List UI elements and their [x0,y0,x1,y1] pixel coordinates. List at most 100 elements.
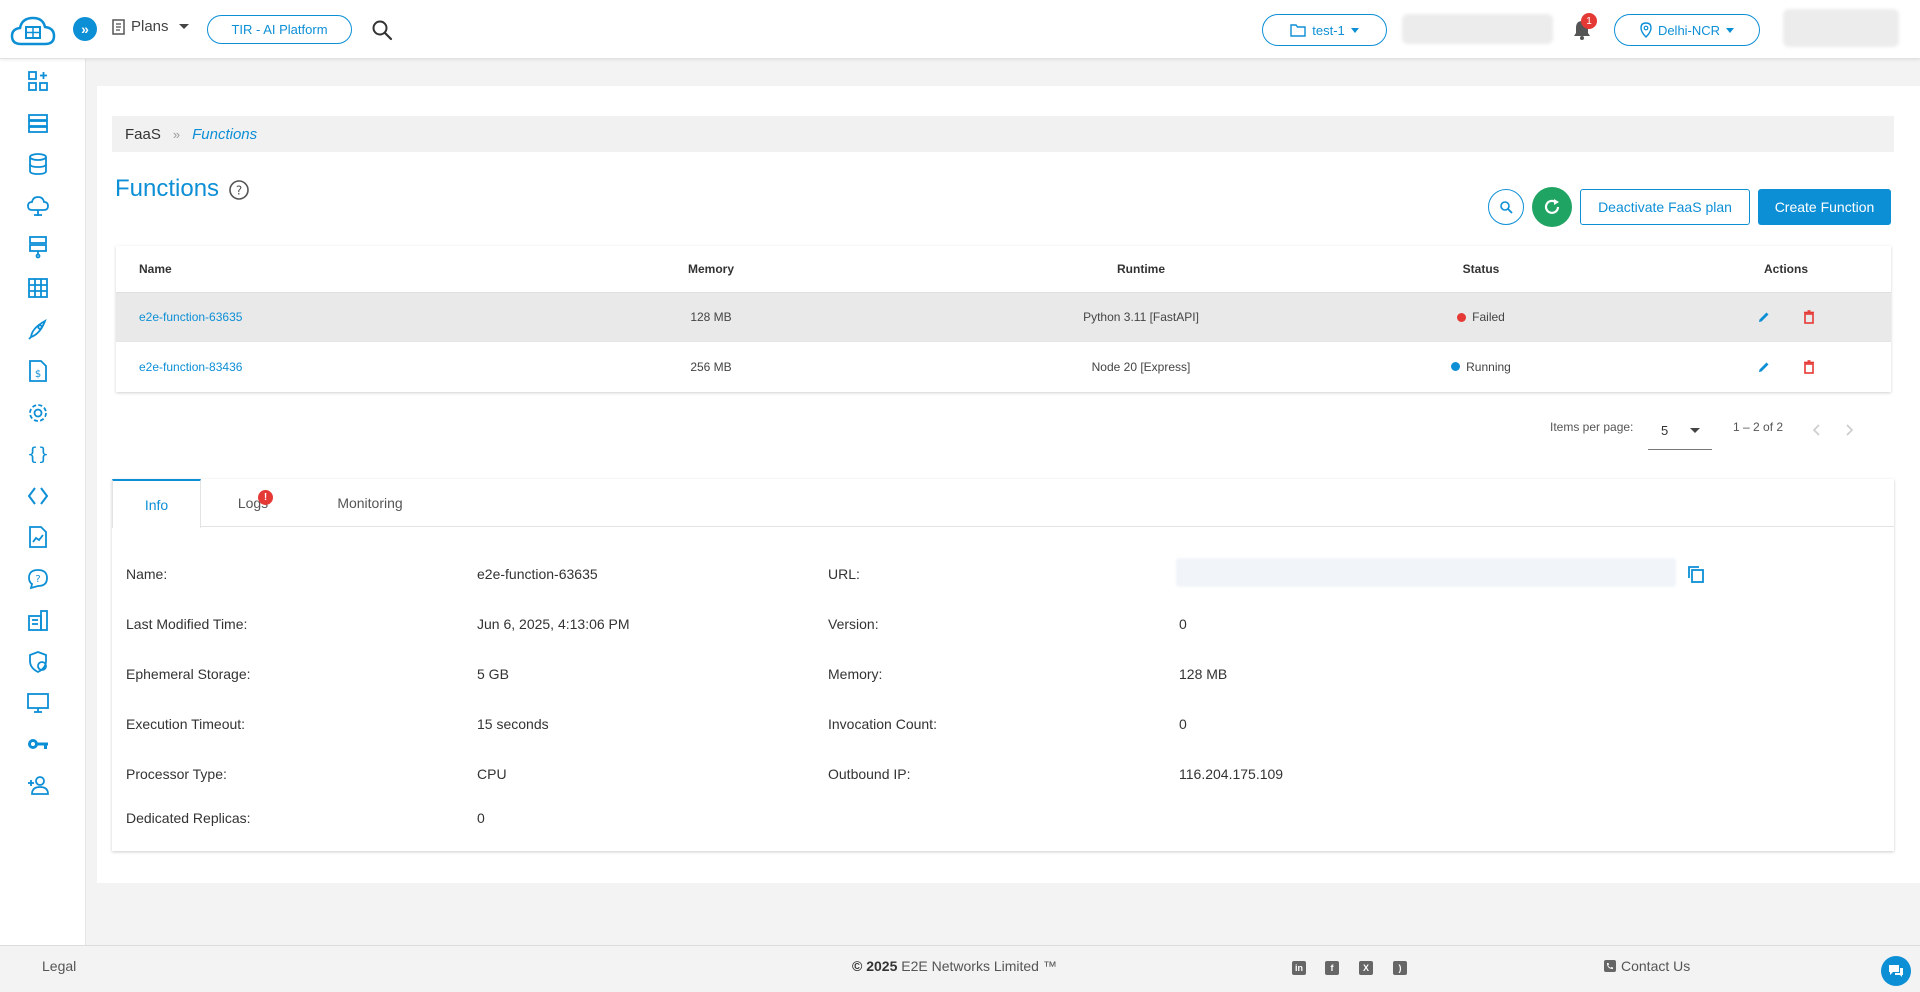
rss-icon[interactable]: ) [1393,961,1407,975]
tir-platform-label: TIR - AI Platform [231,22,328,37]
breadcrumb: FaaS » Functions [112,116,1894,152]
region-selector[interactable]: Delhi-NCR [1614,14,1760,46]
tab-monitoring[interactable]: Monitoring [310,479,430,527]
document-chart-icon[interactable] [26,525,50,549]
edit-pencil-icon[interactable] [1757,360,1771,374]
account-info-redacted [1402,14,1553,44]
legal-link[interactable]: Legal [42,958,76,974]
last-modified-label: Last Modified Time: [126,616,248,632]
refresh-button[interactable] [1532,187,1572,227]
details-tabs: Info Logs ! Monitoring [112,479,1894,528]
table-row[interactable]: e2e-function-83436 256 MB Node 20 [Expre… [116,342,1891,391]
delete-trash-icon[interactable] [1803,310,1815,324]
security-shield-icon[interactable] [26,650,50,674]
dashboard-add-icon[interactable] [26,69,50,93]
top-bar: » Plans TIR - AI Platform test-1 1 Delhi… [0,0,1920,59]
delete-trash-icon[interactable] [1803,359,1815,374]
contact-us-link[interactable]: Contact Us [1604,958,1690,974]
contact-us-label: Contact Us [1621,958,1691,974]
name-label: Name: [126,566,168,582]
search-functions-button[interactable] [1488,189,1524,225]
header-name: Name [139,262,172,276]
dedicated-replicas-label: Dedicated Replicas: [126,810,251,826]
invocation-count-label: Invocation Count: [828,716,937,732]
settings-gear-icon[interactable] [26,401,50,425]
chevron-down-icon [1690,428,1700,433]
function-name-link[interactable]: e2e-function-63635 [139,293,242,341]
tab-logs[interactable]: Logs [222,479,284,527]
region-label: Delhi-NCR [1657,22,1721,38]
add-user-icon[interactable] [26,773,50,797]
memory-label: Memory: [828,666,883,682]
deactivate-label: Deactivate FaaS plan [1598,199,1732,215]
previous-page-icon[interactable] [1811,423,1823,437]
breadcrumb-faas[interactable]: FaaS [125,126,161,143]
status-text: Running [1466,359,1511,374]
grid-icon[interactable] [26,276,50,300]
table-row[interactable]: e2e-function-63635 128 MB Python 3.11 [F… [116,293,1891,342]
logs-alert-badge: ! [258,490,273,505]
database-icon[interactable] [26,152,50,176]
facebook-icon[interactable]: f [1325,961,1339,975]
notification-badge: 1 [1581,13,1597,29]
monitor-icon[interactable] [26,691,50,715]
copy-icon[interactable] [1686,564,1706,584]
name-value: e2e-function-63635 [477,566,598,582]
function-runtime: Node 20 [Express] [1091,359,1191,374]
expand-sidebar-button[interactable]: » [73,17,97,41]
cloud-upload-icon[interactable] [26,194,50,218]
copyright-text: © 2025 E2E Networks Limited ™ [852,958,1057,974]
network-icon[interactable] [26,235,50,259]
breadcrumb-separator: » [172,126,181,142]
row-actions [1716,342,1856,391]
create-function-button[interactable]: Create Function [1758,189,1891,225]
svg-text:?: ? [35,574,40,585]
rocket-icon[interactable] [26,318,50,342]
next-page-icon[interactable] [1843,423,1855,437]
server-list-icon[interactable] [26,111,50,135]
tab-info[interactable]: Info [112,479,201,528]
linkedin-icon[interactable]: in [1292,961,1306,975]
deactivate-faas-plan-button[interactable]: Deactivate FaaS plan [1580,189,1750,225]
function-memory: 256 MB [690,359,732,374]
version-value: 0 [1179,616,1187,632]
page-size-value: 5 [1661,423,1669,438]
location-pin-icon [1640,22,1652,38]
url-value-redacted [1176,558,1676,587]
search-icon[interactable] [371,19,393,41]
edit-pencil-icon[interactable] [1757,310,1771,324]
building-icon[interactable] [26,608,50,632]
url-label: URL: [828,566,860,582]
tir-platform-button[interactable]: TIR - AI Platform [207,15,352,44]
header-runtime: Runtime [1117,262,1165,276]
page-range: 1 – 2 of 2 [1733,420,1784,434]
project-selector[interactable]: test-1 [1262,14,1387,46]
memory-value: 128 MB [1179,666,1228,682]
plans-menu[interactable]: Plans [111,18,189,35]
user-profile-redacted[interactable] [1783,9,1899,47]
copyright-company: E2E Networks Limited ™ [901,958,1057,974]
code-brackets-icon[interactable] [26,484,50,508]
ephemeral-storage-value: 5 GB [477,666,509,682]
invocation-count-value: 0 [1179,716,1187,732]
processor-type-label: Processor Type: [126,766,227,782]
create-function-label: Create Function [1774,199,1875,215]
plans-document-icon [112,18,125,35]
function-memory: 128 MB [690,310,732,324]
page-size-select[interactable]: 5 [1648,415,1712,450]
key-icon[interactable] [26,732,50,756]
chat-question-icon[interactable]: ? [26,567,50,591]
cloud-logo-icon[interactable] [9,14,57,50]
billing-icon[interactable]: $ [26,359,50,383]
sidebar: $ {} ? [0,59,86,945]
chevron-down-icon [178,24,189,29]
execution-timeout-value: 15 seconds [477,716,549,732]
breadcrumb-functions: Functions [192,125,258,143]
function-name-link[interactable]: e2e-function-83436 [139,342,242,391]
chat-support-button[interactable] [1881,956,1911,986]
project-label: test-1 [1312,22,1345,38]
help-icon[interactable]: ? [228,179,250,201]
x-twitter-icon[interactable]: X [1359,961,1373,975]
ephemeral-storage-label: Ephemeral Storage: [126,666,251,682]
curly-braces-icon[interactable]: {} [26,442,50,466]
